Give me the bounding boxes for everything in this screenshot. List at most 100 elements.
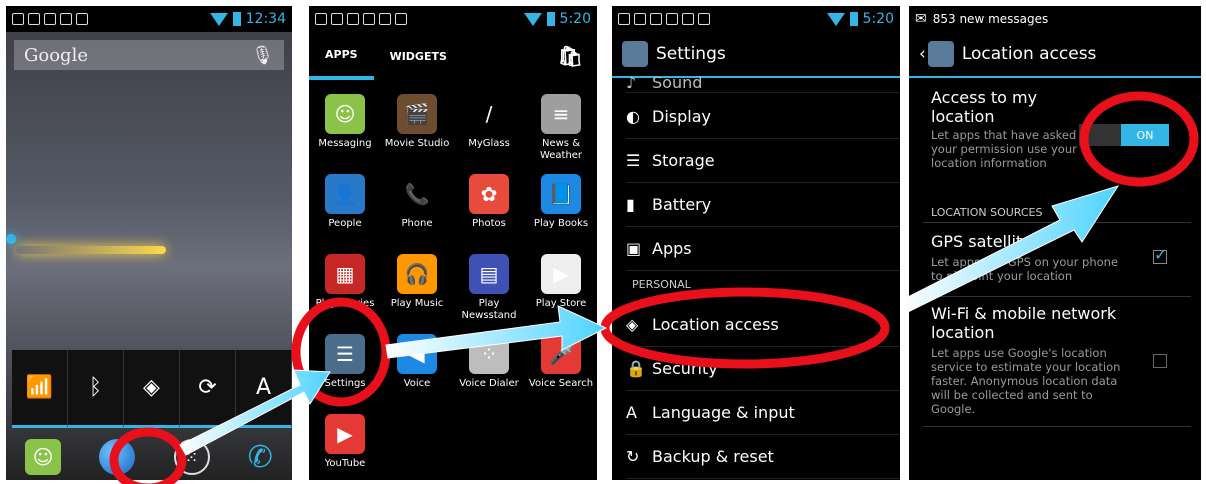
settings-icon	[622, 41, 648, 67]
location-action-bar[interactable]: ‹ Location access	[909, 32, 1201, 78]
app-icon: ✿	[469, 174, 509, 214]
app-icon: ⁘	[469, 334, 509, 374]
status-bar: 12:34	[6, 6, 292, 32]
settings-item-apps[interactable]: ▣ Apps	[626, 226, 900, 271]
app-people[interactable]: 👤 People	[309, 168, 381, 248]
notification-icon	[12, 13, 24, 25]
access-location-setting[interactable]: Access to my location Let apps that have…	[931, 88, 1081, 170]
wifi-location-desc: Let apps use Google's location service t…	[931, 346, 1121, 416]
app-play-music[interactable]: 🎧 Play Music	[381, 248, 453, 328]
notification-icon	[44, 13, 56, 25]
app-movie-studio[interactable]: 🎬 Movie Studio	[381, 88, 453, 168]
app-icon: 👤	[325, 174, 365, 214]
app-label: Settings	[324, 378, 366, 389]
notification-icon	[28, 13, 40, 25]
app-play-newsstand[interactable]: ▤ Play Newsstand	[453, 248, 525, 328]
status-time: 5:20	[559, 11, 591, 27]
gps-setting[interactable]: GPS satellites Let apps use GPS on your …	[931, 232, 1131, 283]
app-label: Messaging	[318, 138, 372, 149]
app-label: YouTube	[324, 458, 366, 469]
wifi-location-checkbox[interactable]	[1153, 354, 1167, 368]
tab-widgets[interactable]: WIDGETS	[374, 32, 463, 80]
page-title: Settings	[656, 44, 726, 64]
app-voice-dialer[interactable]: ⁘ Voice Dialer	[453, 328, 525, 408]
notification-icon	[634, 13, 646, 25]
lock-icon: 🔒	[626, 358, 646, 378]
app-drawer-panel: 5:20 APPS WIDGETS 🛍 ☺ Messaging 🎬 Movie Stu…	[309, 6, 597, 480]
wifi-location-setting[interactable]: Wi-Fi & mobile network location Let apps…	[931, 304, 1131, 416]
app-label: MyGlass	[468, 138, 510, 149]
home-screen-panel: 12:34 Google 🎙 📶 ᛒ ◈ ⟳ A ☺ ⁙ ✆	[6, 6, 292, 480]
settings-item-security[interactable]: 🔒 Security	[626, 346, 900, 391]
notification-text: 853 new messages	[932, 12, 1049, 26]
auto-rotate-icon[interactable]: A	[236, 350, 292, 428]
app-photos[interactable]: ✿ Photos	[453, 168, 525, 248]
settings-item-storage[interactable]: ☰ Storage	[626, 138, 900, 183]
app-icon: ☺	[325, 94, 365, 134]
browser-icon[interactable]	[99, 439, 136, 475]
settings-item-location-access[interactable]: ◈ Location access	[626, 302, 900, 347]
settings-item-sound[interactable]: ♪ Sound	[626, 68, 900, 93]
settings-item-language-input[interactable]: A Language & input	[626, 390, 900, 435]
phone-icon[interactable]: ✆	[248, 440, 273, 475]
wallpaper-light	[6, 234, 16, 244]
app-myglass[interactable]: / MyGlass	[453, 88, 525, 168]
app-messaging[interactable]: ☺ Messaging	[309, 88, 381, 168]
dock: ☺ ⁙ ✆	[6, 434, 292, 480]
notification-icon	[698, 13, 710, 25]
app-label: Play Books	[533, 218, 589, 229]
bluetooth-icon[interactable]: ᛒ	[68, 350, 124, 428]
messaging-icon[interactable]: ☺	[25, 439, 62, 475]
tab-apps[interactable]: APPS	[309, 32, 374, 80]
app-icon: ≡	[541, 94, 581, 134]
gps-icon[interactable]: ◈	[124, 350, 180, 428]
settings-item-display[interactable]: ◐ Display	[626, 94, 900, 139]
app-icon: ▶	[325, 414, 365, 454]
gps-checkbox[interactable]: ✓	[1153, 245, 1167, 264]
app-play-books[interactable]: 📘 Play Books	[525, 168, 597, 248]
app-settings[interactable]: ☰ Settings	[309, 328, 381, 408]
google-search-bar[interactable]: Google 🎙	[14, 40, 284, 70]
wallpaper-streak	[16, 246, 166, 254]
check-icon: ✓	[1154, 245, 1168, 264]
app-youtube[interactable]: ▶ YouTube	[309, 408, 381, 480]
app-grid: ☺ Messaging 🎬 Movie Studio / MyGlass ≡ News & W…	[309, 88, 597, 480]
app-icon: 🎧	[397, 254, 437, 294]
play-store-icon[interactable]: 🛍	[558, 44, 583, 68]
sync-icon[interactable]: ⟳	[180, 350, 236, 428]
storage-icon: ☰	[626, 150, 641, 170]
mic-icon[interactable]: 🎙	[251, 45, 274, 66]
settings-item-backup-reset[interactable]: ↻ Backup & reset	[626, 434, 900, 479]
notification-icon	[60, 13, 72, 25]
settings-item-label: Language & input	[652, 402, 795, 422]
app-label: Play Newsstand	[461, 298, 517, 321]
app-news-weather[interactable]: ≡ News & Weather	[525, 88, 597, 168]
battery-icon	[849, 12, 858, 26]
location-toggle-switch[interactable]: ON	[1079, 124, 1169, 146]
status-time: 12:34	[245, 11, 286, 27]
back-chevron-icon[interactable]: ‹	[919, 44, 926, 64]
app-voice[interactable]: ◀ Voice	[381, 328, 453, 408]
app-voice-search[interactable]: 🎤 Voice Search	[525, 328, 597, 408]
app-play-store[interactable]: ▶ Play Store	[525, 248, 597, 328]
app-icon: ☰	[325, 334, 365, 374]
access-location-title: Access to my location	[931, 88, 1038, 126]
google-search-label: Google	[24, 44, 88, 66]
apps-launcher-icon[interactable]: ⁙	[173, 439, 210, 475]
app-phone[interactable]: 📞 Phone	[381, 168, 453, 248]
wifi-icon[interactable]: 📶	[12, 350, 68, 428]
notification-icon	[363, 13, 375, 25]
notification-icon	[76, 13, 88, 25]
app-label: Voice Search	[528, 378, 594, 389]
settings-item-label: Apps	[652, 238, 692, 258]
status-bar: ✉ 853 new messages	[909, 6, 1201, 32]
settings-item-label: Storage	[652, 150, 715, 170]
status-bar: 5:20	[612, 6, 900, 32]
app-label: Play Music	[390, 298, 444, 309]
app-play-movies[interactable]: ▦ Play Movies	[309, 248, 381, 328]
email-icon: ✉	[915, 11, 927, 27]
app-icon: 📞	[397, 174, 437, 214]
switch-on-label: ON	[1121, 124, 1169, 146]
settings-item-battery[interactable]: ▮ Battery	[626, 182, 900, 227]
settings-item-label: Backup & reset	[652, 446, 774, 466]
